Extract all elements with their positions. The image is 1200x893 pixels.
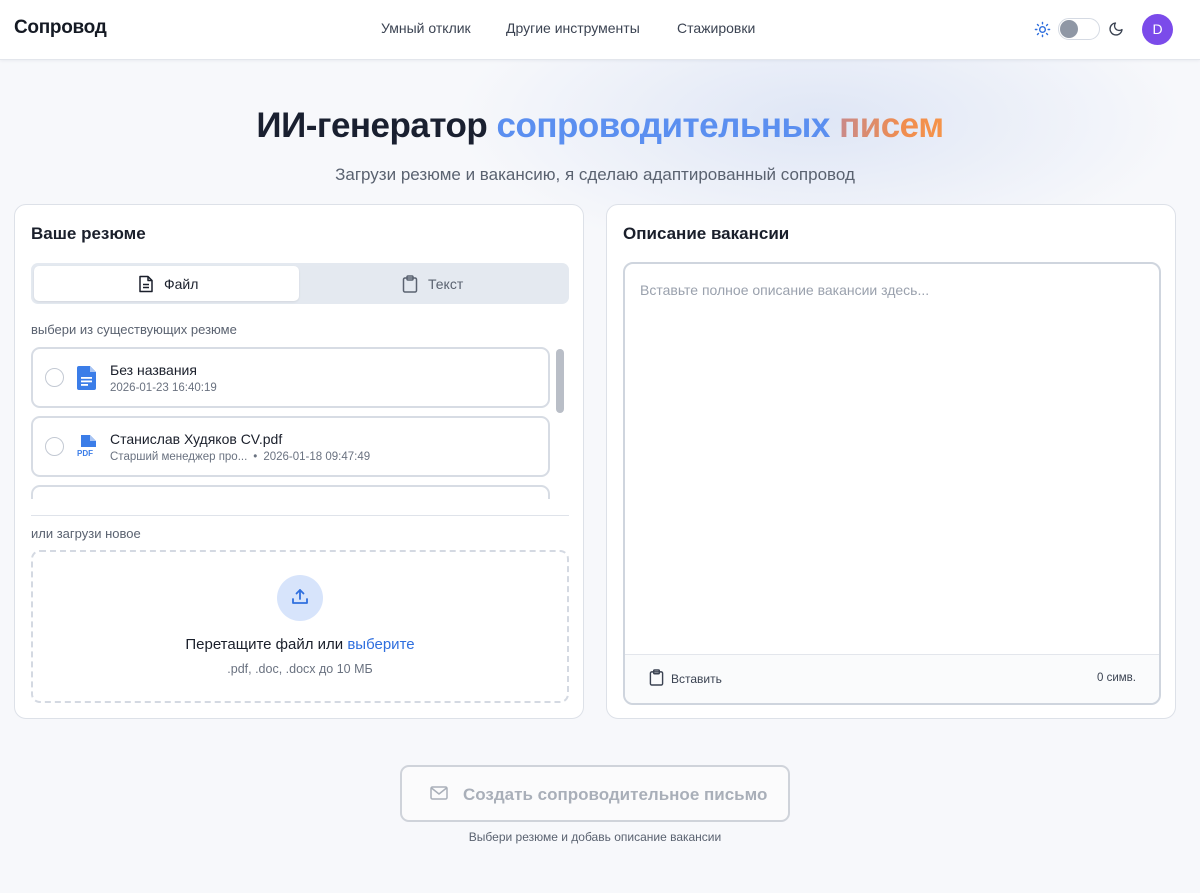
action-hint: Выбери резюме и добавь описание вакансии	[468, 830, 722, 844]
resume-source-tabs: Файл Текст	[31, 263, 569, 304]
resume-list: Без названия 2026-01-23 16:40:19 PDF Ста…	[31, 345, 553, 499]
nav-internships[interactable]: Стажировки	[677, 20, 755, 36]
resume-list-item[interactable]	[31, 485, 550, 499]
create-letter-button[interactable]: Создать сопроводительное письмо	[400, 765, 790, 822]
theme-toggle[interactable]	[1058, 18, 1100, 40]
avatar[interactable]: D	[1142, 14, 1173, 45]
resume-date: 2026-01-18 09:47:49	[263, 451, 371, 463]
nav-other-tools[interactable]: Другие инструменты	[506, 20, 640, 36]
resume-list-item[interactable]: Без названия 2026-01-23 16:40:19	[31, 347, 550, 408]
title-part-3: писем	[839, 106, 944, 145]
dropzone-text-main: Перетащите файл или	[185, 636, 348, 653]
sun-icon	[1034, 21, 1051, 38]
resume-meta: Старший менеджер про... • 2026-01-18 09:47…	[110, 451, 370, 463]
dropzone-hint: .pdf, .doc, .docx до 10 МБ	[227, 662, 373, 676]
char-count: 0 симв.	[1097, 672, 1136, 684]
dropzone-text: Перетащите файл или выберите	[33, 636, 567, 653]
nav-smart-response[interactable]: Умный отклик	[381, 20, 471, 36]
radio-button[interactable]	[45, 437, 64, 456]
tab-text[interactable]: Текст	[301, 266, 566, 301]
moon-icon	[1109, 22, 1123, 36]
title-part-2: сопроводительных	[496, 106, 840, 145]
file-icon	[139, 275, 153, 293]
create-letter-label: Создать сопроводительное письмо	[463, 785, 768, 804]
vacancy-card: Описание вакансии Вставить 0 симв.	[606, 204, 1176, 719]
choose-existing-label: выбери из существующих резюме	[31, 322, 237, 337]
tab-file[interactable]: Файл	[34, 266, 299, 301]
top-header: Сопровод Умный отклик Другие инструменты…	[0, 0, 1200, 60]
pdf-icon: PDF	[77, 435, 96, 458]
page-title: ИИ-генератор сопроводительных писем	[0, 106, 1200, 146]
title-part-1: ИИ-генератор	[256, 106, 497, 145]
clipboard-icon	[402, 275, 418, 293]
file-dropzone[interactable]: Перетащите файл или выберите .pdf, .doc,…	[31, 550, 569, 703]
theme-toggle-knob	[1060, 20, 1078, 38]
radio-button[interactable]	[45, 368, 64, 387]
resume-list-item[interactable]: PDF Станислав Худяков CV.pdf Старший мен…	[31, 416, 550, 477]
resume-subtitle: Старший менеджер про...	[110, 451, 248, 463]
mail-icon	[430, 786, 448, 800]
vacancy-input-box: Вставить 0 симв.	[623, 262, 1161, 705]
tab-file-label: Файл	[164, 276, 199, 292]
paste-label: Вставить	[671, 672, 722, 686]
divider	[31, 515, 569, 516]
resume-card: Ваше резюме Файл Текст выбери из существ…	[14, 204, 584, 719]
vacancy-card-title: Описание вакансии	[623, 224, 790, 243]
choose-file-link[interactable]: выберите	[347, 636, 414, 653]
tab-text-label: Текст	[428, 276, 464, 292]
resume-card-title: Ваше резюме	[31, 224, 146, 243]
main-nav: Умный отклик Другие инструменты Стажиров…	[0, 20, 1200, 40]
svg-text:PDF: PDF	[77, 449, 93, 458]
resume-list-scrollbar[interactable]	[556, 349, 564, 413]
upload-icon	[292, 589, 308, 604]
resume-date: 2026-01-23 16:40:19	[110, 382, 217, 394]
vacancy-textarea[interactable]	[625, 264, 1159, 654]
textarea-footer: Вставить 0 симв.	[625, 654, 1159, 703]
resume-name: Без названия	[110, 362, 197, 378]
clipboard-icon	[649, 669, 664, 686]
meta-separator: •	[253, 451, 258, 463]
upload-icon-circle	[277, 575, 323, 621]
page-subtitle: Загрузи резюме и вакансию, я сделаю адап…	[335, 165, 855, 184]
upload-new-label: или загрузи новое	[31, 526, 141, 541]
resume-name: Станислав Худяков CV.pdf	[110, 431, 283, 447]
document-icon	[77, 366, 96, 390]
